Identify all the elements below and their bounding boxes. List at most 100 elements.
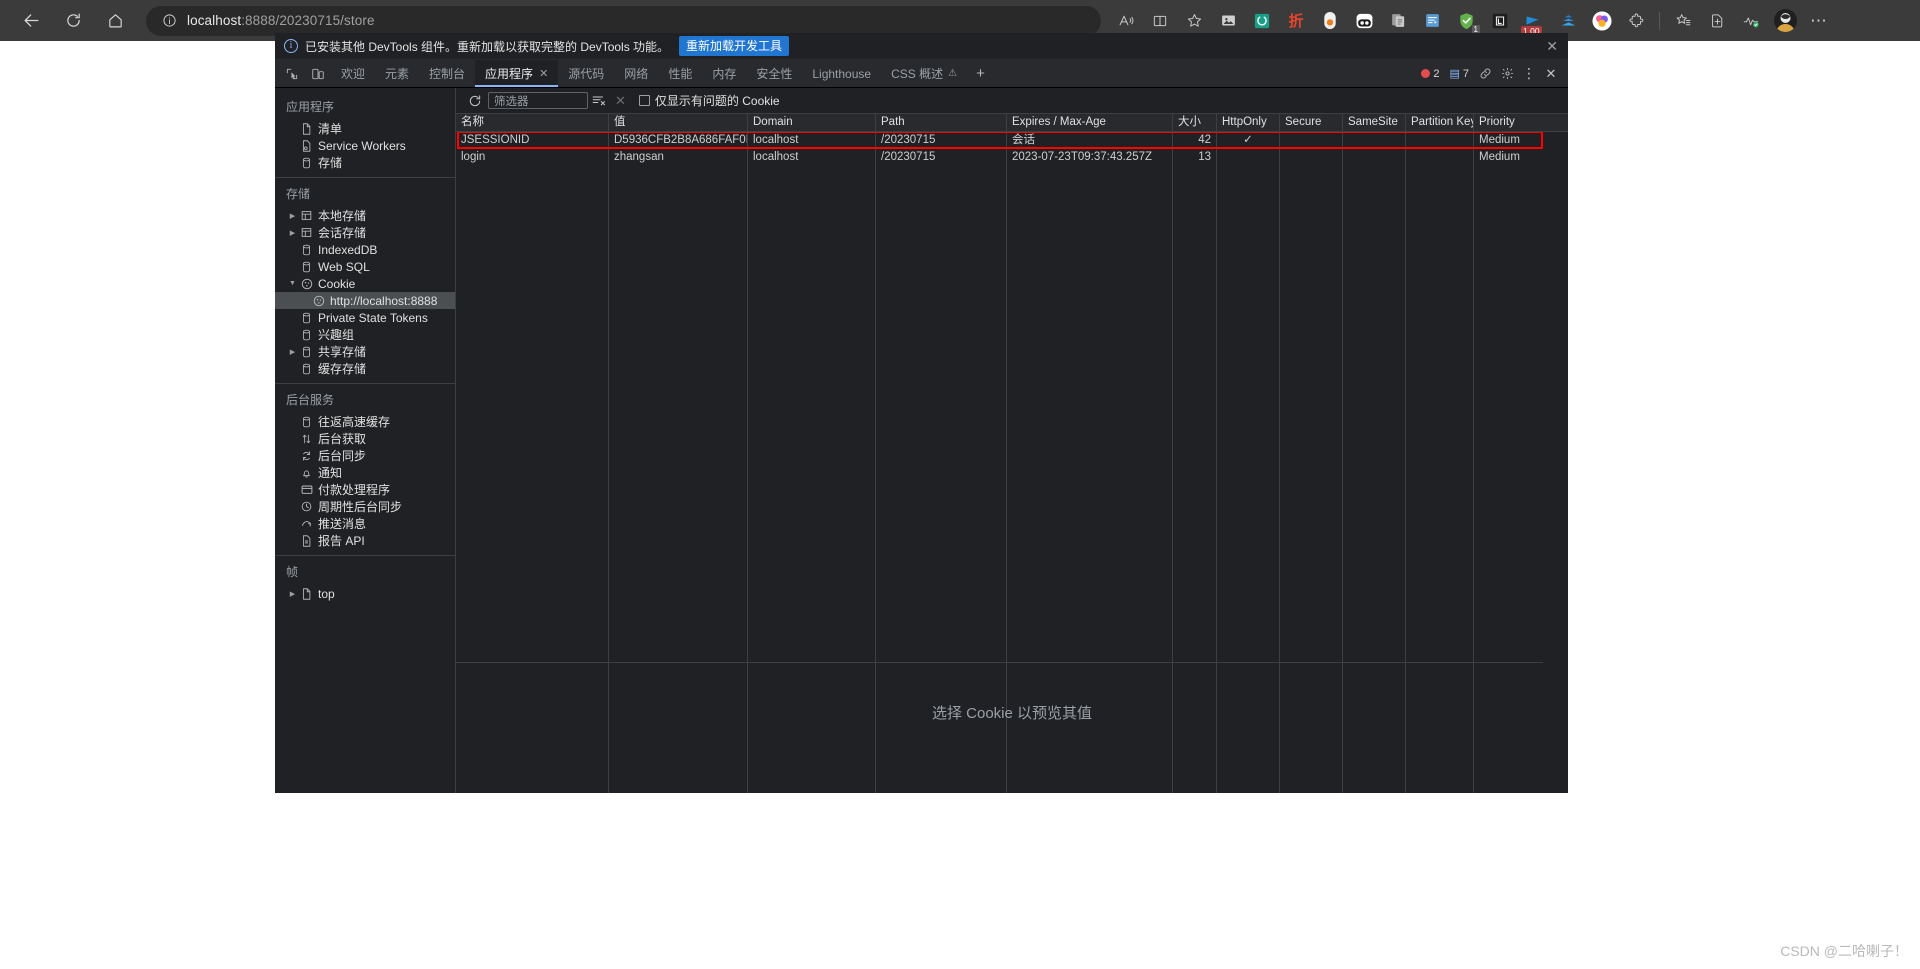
add-panel-button[interactable]: + — [967, 60, 994, 87]
expand-arrow-icon[interactable]: ▶ — [287, 348, 298, 356]
tab-application[interactable]: 应用程序 ✕ — [475, 60, 559, 87]
sidebar-item-payment-handler[interactable]: 付款处理程序 — [275, 481, 455, 498]
add-tab-icon[interactable] — [1702, 6, 1732, 36]
tab-lighthouse[interactable]: Lighthouse — [802, 60, 881, 87]
extension-image-icon[interactable] — [1213, 6, 1243, 36]
tab-network[interactable]: 网络 — [614, 60, 658, 87]
filter-input[interactable]: 筛选器 — [488, 92, 588, 109]
address-bar[interactable]: localhost:8888/20230715/store — [146, 5, 1101, 36]
extension-list-icon[interactable] — [1417, 6, 1447, 36]
sidebar-item-background-fetch[interactable]: 后台获取 — [275, 430, 455, 447]
tab-close-icon[interactable]: ✕ — [539, 67, 548, 80]
refresh-icon[interactable] — [464, 94, 486, 108]
extension-copy-icon[interactable] — [1383, 6, 1413, 36]
column-header-partition-key[interactable]: Partition Key — [1406, 114, 1474, 131]
extension-lastpass-icon[interactable] — [1485, 6, 1515, 36]
sidebar-item-periodic-background-sync[interactable]: 周期性后台同步 — [275, 498, 455, 515]
home-button[interactable] — [98, 4, 132, 38]
column-header-priority[interactable]: Priority — [1474, 114, 1544, 131]
expand-arrow-icon[interactable]: ▶ — [287, 212, 298, 220]
extensions-puzzle-icon[interactable] — [1621, 6, 1651, 36]
sidebar-item-push-messaging[interactable]: 推送消息 — [275, 515, 455, 532]
sidebar-item-shared-storage[interactable]: ▶ 共享存储 — [275, 343, 455, 360]
extension-shield-icon[interactable]: 1 — [1451, 6, 1481, 36]
sidebar-item-manifest[interactable]: 清单 — [275, 120, 455, 137]
sidebar-item-cache-storage[interactable]: 缓存存储 — [275, 360, 455, 377]
sidebar-item-private-state-tokens[interactable]: Private State Tokens — [275, 309, 455, 326]
checkbox-box[interactable] — [638, 95, 650, 106]
sidebar-item-cookie[interactable]: ▼ Cookie — [275, 275, 455, 292]
read-aloud-icon[interactable] — [1111, 6, 1141, 36]
column-header-httponly[interactable]: HttpOnly — [1217, 114, 1280, 131]
device-toolbar-icon[interactable] — [305, 60, 331, 87]
tab-security[interactable]: 安全性 — [746, 60, 802, 87]
tab-welcome[interactable]: 欢迎 — [331, 60, 375, 87]
split-screen-icon[interactable] — [1145, 6, 1175, 36]
extension-stack-icon[interactable] — [1553, 6, 1583, 36]
column-header-name[interactable]: 名称 — [456, 114, 609, 131]
favorite-star-icon[interactable] — [1179, 6, 1209, 36]
inspect-element-icon[interactable] — [279, 60, 305, 87]
extension-zhe-icon[interactable]: 折 — [1281, 6, 1311, 36]
column-header-expires[interactable]: Expires / Max-Age — [1007, 114, 1173, 131]
tab-performance[interactable]: 性能 — [658, 60, 702, 87]
reload-button[interactable] — [56, 4, 90, 38]
sidebar-item-indexeddb[interactable]: IndexedDB — [275, 241, 455, 258]
error-count-badge[interactable]: 2 — [1416, 68, 1444, 80]
avatar[interactable] — [1770, 6, 1800, 36]
extension-copilot-icon[interactable] — [1587, 6, 1617, 36]
table-row[interactable]: login zhangsan localhost /20230715 2023-… — [456, 149, 1568, 166]
sidebar-item-local-storage[interactable]: ▶ 本地存储 — [275, 207, 455, 224]
sidebar-item-background-sync[interactable]: 后台同步 — [275, 447, 455, 464]
column-header-value[interactable]: 值 — [609, 114, 748, 131]
devtools-settings-icon[interactable] — [1496, 67, 1518, 80]
message-count-badge[interactable]: ▤ 7 — [1444, 67, 1474, 81]
settings-more-icon[interactable]: ⋯ — [1804, 6, 1834, 36]
sidebar-item-interest-groups[interactable]: 兴趣组 — [275, 326, 455, 343]
extension-speed-icon[interactable]: 1.00 — [1519, 6, 1549, 37]
banner-close-icon[interactable]: ✕ — [1546, 38, 1558, 55]
collections-icon[interactable] — [1668, 6, 1698, 36]
sidebar-item-cookie-origin[interactable]: http://localhost:8888 — [275, 292, 455, 309]
extension-capsule-icon[interactable] — [1315, 6, 1345, 36]
sidebar-item-notifications[interactable]: 通知 — [275, 464, 455, 481]
column-header-samesite[interactable]: SameSite — [1343, 114, 1406, 131]
site-information-icon[interactable] — [160, 12, 178, 30]
tab-css-overview[interactable]: CSS 概述 ⚠ — [881, 60, 967, 87]
sidebar-item-web-sql[interactable]: Web SQL — [275, 258, 455, 275]
column-header-secure[interactable]: Secure — [1280, 114, 1343, 131]
tab-sources[interactable]: 源代码 — [558, 60, 614, 87]
collapse-arrow-icon[interactable]: ▼ — [287, 280, 298, 287]
devtools-more-icon[interactable]: ⋮ — [1518, 65, 1540, 82]
sidebar-item-service-workers[interactable]: Service Workers — [275, 137, 455, 154]
sidebar-item-back-forward-cache[interactable]: 往返高速缓存 — [275, 413, 455, 430]
tab-console[interactable]: 控制台 — [419, 60, 475, 87]
tab-label: 应用程序 — [485, 67, 534, 81]
performance-icon[interactable] — [1736, 6, 1766, 36]
table-row[interactable]: JSESSIONID D5936CFB2B8A686FAF0BA3... loc… — [456, 132, 1568, 149]
devtools-close-icon[interactable]: ✕ — [1540, 66, 1562, 82]
back-button[interactable] — [14, 4, 48, 38]
sidebar-item-frame-top[interactable]: ▶ top — [275, 585, 455, 602]
expand-arrow-icon[interactable]: ▶ — [287, 590, 298, 598]
extension-robot-icon[interactable] — [1349, 6, 1379, 36]
column-header-path[interactable]: Path — [876, 114, 1007, 131]
sidebar-item-reporting-api[interactable]: 报告 API — [275, 532, 455, 549]
cell-value: zhangsan — [609, 149, 748, 166]
column-header-size[interactable]: 大小 — [1173, 114, 1217, 131]
clear-all-cookies-icon[interactable]: ✕ — [610, 93, 631, 109]
cell-priority: Medium — [1479, 134, 1520, 146]
tab-elements[interactable]: 元素 — [375, 60, 419, 87]
tab-memory[interactable]: 内存 — [702, 60, 746, 87]
sidebar-item-storage[interactable]: 存储 — [275, 154, 455, 171]
tab-label: 控制台 — [429, 67, 466, 81]
sidebar-divider — [275, 177, 455, 178]
column-header-domain[interactable]: Domain — [748, 114, 876, 131]
reload-devtools-button[interactable]: 重新加载开发工具 — [679, 36, 790, 56]
only-show-problem-cookies-checkbox[interactable]: 仅显示有问题的 Cookie — [638, 92, 780, 109]
sidebar-item-session-storage[interactable]: ▶ 会话存储 — [275, 224, 455, 241]
extension-green-icon[interactable] — [1247, 6, 1277, 36]
expand-arrow-icon[interactable]: ▶ — [287, 229, 298, 237]
clear-filter-icon[interactable] — [588, 94, 610, 107]
devtools-link-icon[interactable] — [1474, 67, 1496, 80]
